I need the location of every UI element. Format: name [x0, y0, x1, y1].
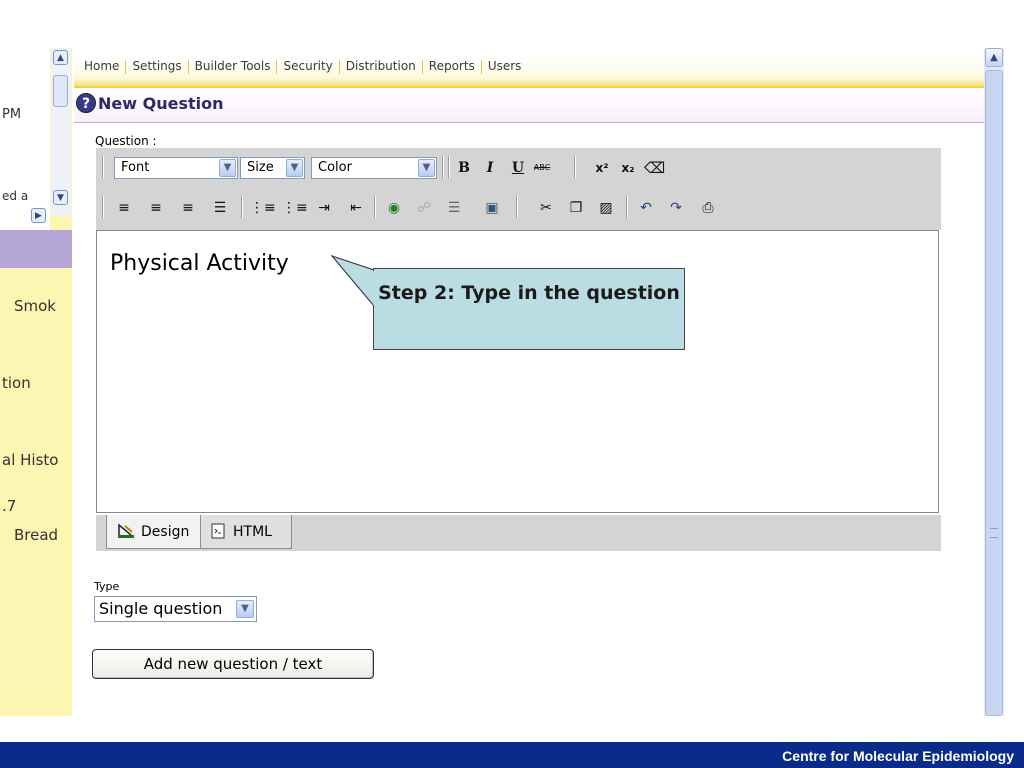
align-right-icon[interactable]: ≡ [178, 198, 198, 218]
tab-html[interactable]: HTML [200, 515, 292, 549]
tab-design[interactable]: Design [106, 515, 201, 549]
editor-mode-tabs: Design HTML [96, 514, 941, 551]
chevron-down-icon[interactable]: ▼ [236, 600, 254, 618]
nav-item-reports[interactable]: Reports [425, 59, 479, 73]
font-select[interactable]: Font ▼ [114, 157, 238, 179]
nav-item-home[interactable]: Home [80, 59, 123, 73]
nav-item-users[interactable]: Users [484, 59, 526, 73]
color-select[interactable]: Color ▼ [311, 157, 437, 179]
scroll-up-icon[interactable]: ▲ [985, 48, 1003, 67]
help-icon[interactable]: ? [76, 93, 96, 113]
nav-item-security[interactable]: Security [279, 59, 336, 73]
left-scroll-thumb[interactable] [53, 75, 68, 107]
scroll-grip-icon [990, 528, 998, 538]
paste-icon[interactable]: ▨ [596, 198, 616, 218]
left-dropdown-chevron-down-icon[interactable]: ▼ [53, 190, 68, 205]
bullet-list-icon[interactable]: ⋮≡ [250, 198, 276, 218]
html-file-icon [211, 523, 225, 539]
unlink-icon[interactable]: ☍ [414, 198, 434, 218]
color-select-value: Color [318, 160, 352, 175]
indent-icon[interactable]: ⇥ [314, 198, 334, 218]
left-panel-highlight [0, 230, 72, 268]
callout-pointer-overlay [330, 254, 375, 307]
left-item-smok[interactable]: Smok [14, 297, 56, 315]
insert-link-icon[interactable]: ◉ [384, 198, 404, 218]
cut-icon[interactable]: ✂ [536, 198, 556, 218]
align-left-icon[interactable]: ≡ [114, 198, 134, 218]
callout-text: Step 2: Type in the question [378, 282, 680, 304]
size-select-value: Size [247, 160, 274, 175]
question-label: Question : [95, 134, 157, 148]
italic-icon[interactable]: I [480, 158, 500, 178]
tab-html-label: HTML [233, 524, 272, 540]
footer-text: Centre for Molecular Epidemiology [782, 748, 1014, 764]
strikethrough-icon[interactable]: ABC [532, 158, 552, 178]
print-icon[interactable]: ⎙ [698, 198, 718, 218]
chevron-down-icon[interactable]: ▼ [418, 159, 435, 177]
right-scroll-thumb[interactable] [985, 70, 1003, 716]
subscript-icon[interactable]: x₂ [618, 158, 638, 178]
editor-toolbar: Font ▼ Size ▼ Color ▼ B I U ABC x² x₂ ⌫ … [96, 148, 941, 230]
font-select-value: Font [121, 160, 150, 175]
outdent-icon[interactable]: ⇤ [346, 198, 366, 218]
nav-item-settings[interactable]: Settings [128, 59, 185, 73]
underline-icon[interactable]: U [508, 158, 528, 178]
chevron-down-icon[interactable]: ▼ [219, 159, 236, 177]
left-time-text: PM [2, 107, 22, 122]
type-label: Type [94, 580, 120, 593]
insert-image-icon[interactable]: ▣ [482, 198, 502, 218]
instruction-callout: Step 2: Type in the question [373, 268, 685, 350]
chevron-down-icon[interactable]: ▼ [286, 159, 303, 177]
horizontal-rule-icon[interactable]: ☰ [444, 198, 464, 218]
align-center-icon[interactable]: ≡ [146, 198, 166, 218]
left-item-bread[interactable]: Bread [14, 526, 58, 544]
left-scroll-up-icon[interactable]: ▲ [53, 50, 68, 65]
numbered-list-icon[interactable]: ⋮≡ [282, 198, 308, 218]
main-navbar: Home Settings Builder Tools Security Distrib… [74, 56, 984, 88]
nav-item-distribution[interactable]: Distribution [342, 59, 420, 73]
nav-item-builder-tools[interactable]: Builder Tools [191, 59, 275, 73]
left-item-version: .7 [2, 497, 17, 515]
editor-text: Physical Activity [110, 251, 289, 276]
left-dropdown-text: ed a [2, 189, 29, 203]
size-select[interactable]: Size ▼ [240, 157, 305, 179]
eraser-icon[interactable]: ⌫ [644, 158, 665, 178]
page-title: New Question [98, 94, 224, 113]
left-chevron-right-icon[interactable]: ▶ [31, 208, 46, 223]
bold-icon[interactable]: B [454, 158, 474, 178]
undo-icon[interactable]: ↶ [636, 198, 656, 218]
footer-bar: Centre for Molecular Epidemiology [0, 742, 1024, 768]
type-select[interactable]: Single question ▼ [94, 596, 257, 622]
redo-icon[interactable]: ↷ [666, 198, 686, 218]
tab-design-label: Design [141, 524, 190, 540]
superscript-icon[interactable]: x² [592, 158, 612, 178]
align-justify-icon[interactable]: ☰ [210, 198, 230, 218]
type-select-value: Single question [99, 599, 223, 618]
design-icon [118, 523, 134, 538]
left-item-history[interactable]: al Histo [2, 451, 58, 469]
new-question-header: ? New Question [74, 88, 984, 123]
left-item-tion[interactable]: tion [2, 374, 31, 392]
add-new-question-button[interactable]: Add new question / text [92, 649, 374, 679]
copy-icon[interactable]: ❐ [566, 198, 586, 218]
